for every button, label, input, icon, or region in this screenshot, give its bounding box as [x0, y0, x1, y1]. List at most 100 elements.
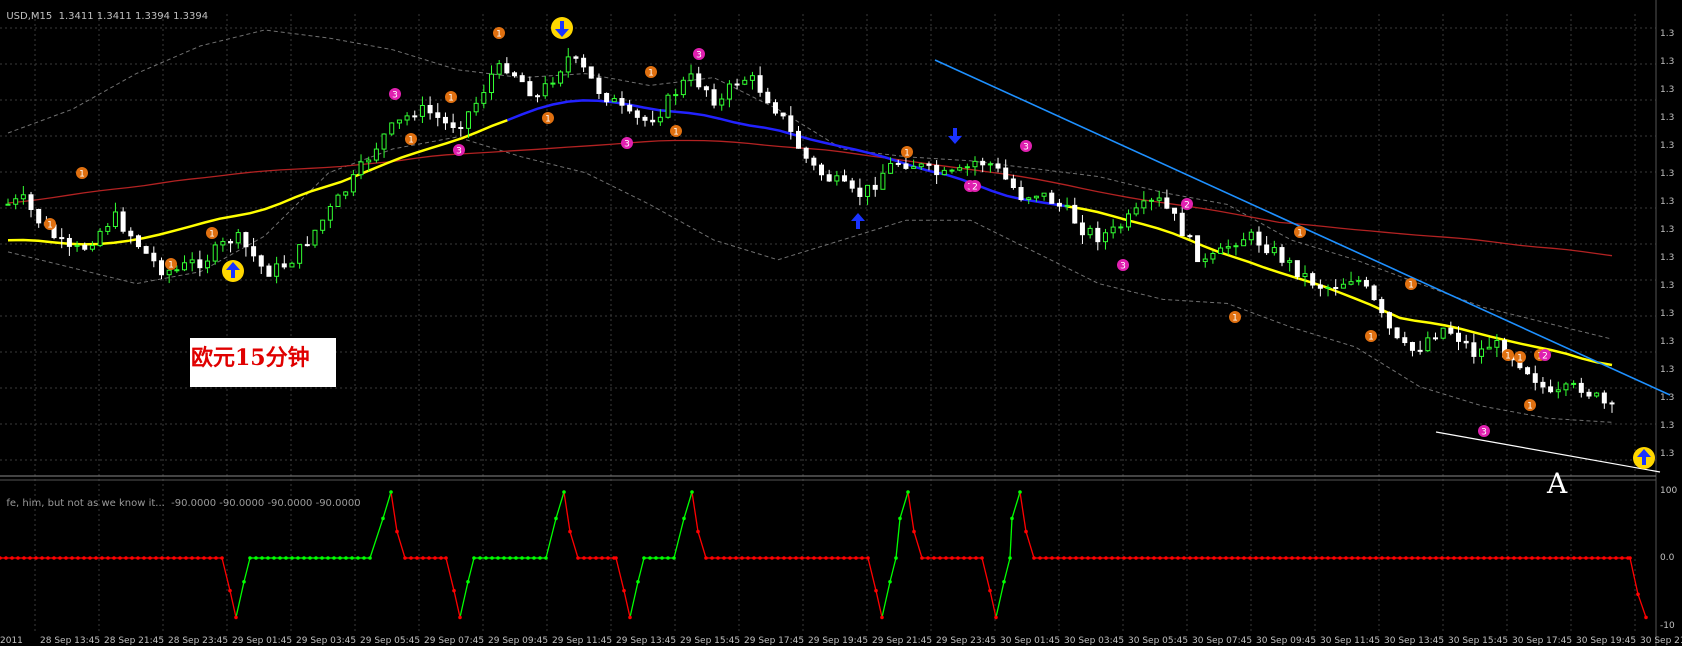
candle-body	[458, 126, 464, 129]
candle-body	[627, 104, 633, 112]
oscillator-point	[690, 490, 694, 494]
candle-body	[934, 164, 940, 176]
candle-body	[1333, 286, 1339, 289]
oscillator-point	[284, 556, 288, 560]
candle-body	[1202, 258, 1208, 263]
candle-body	[396, 119, 402, 124]
oscillator-point	[58, 556, 62, 560]
candle-body	[1018, 187, 1024, 201]
oscillator-point	[682, 516, 686, 521]
oscillator-point	[88, 556, 92, 560]
oscillator-point	[866, 556, 870, 560]
candle-body	[266, 265, 272, 277]
oscillator-segment	[683, 491, 693, 519]
candle-body	[980, 160, 986, 166]
wave-marker: 1	[165, 258, 177, 271]
time-tick-label: 29 Sep 09:45	[488, 636, 548, 646]
oscillator-point	[614, 556, 618, 560]
candle-body	[1409, 342, 1415, 351]
oscillator-segment	[981, 557, 991, 591]
time-tick-label: 29 Sep 23:45	[936, 636, 996, 646]
oscillator-point	[196, 556, 200, 560]
oscillator-point	[968, 556, 972, 560]
oscillator-point	[672, 556, 676, 560]
oscillator-point	[344, 556, 348, 560]
oscillator-point	[1092, 556, 1096, 560]
candle-body	[128, 230, 134, 237]
wave-marker-label: 1	[673, 128, 679, 138]
oscillator-point	[568, 529, 572, 534]
oscillator-segment	[229, 590, 237, 618]
candle-body	[1294, 260, 1300, 277]
price-tick-label: 1.3	[1660, 113, 1674, 123]
candle-body	[834, 175, 840, 182]
oscillator-point	[10, 556, 14, 560]
price-tick-label: 1.3	[1660, 57, 1674, 67]
oscillator-point	[1152, 556, 1156, 560]
price-tick-label: 1.3	[1660, 393, 1674, 403]
oscillator-point	[496, 556, 500, 560]
candle-body	[243, 232, 249, 248]
oscillator-point	[1350, 556, 1354, 560]
oscillator-point	[746, 556, 750, 560]
buy-arrow-icon	[222, 260, 244, 282]
candle-body	[596, 77, 602, 94]
candle-body	[611, 98, 617, 103]
time-tick-label: 30 Sep 11:45	[1320, 636, 1380, 646]
candle-body	[558, 71, 564, 84]
candle-body	[680, 79, 686, 96]
oscillator-point	[1314, 556, 1318, 560]
oscillator-point	[1636, 592, 1640, 597]
oscillator-point	[214, 556, 218, 560]
oscillator-point	[906, 490, 910, 494]
candle-body	[673, 94, 679, 97]
oscillator-point	[606, 556, 610, 560]
candle-body	[1432, 337, 1438, 340]
forex-chart-canvas: 111131131113131323321111113121 1.31.31.3…	[0, 0, 1682, 646]
oscillator-segment	[907, 491, 915, 532]
candle-body	[389, 122, 395, 135]
oscillator-point	[184, 556, 188, 560]
oscillator-segment	[369, 518, 384, 559]
oscillator-point	[1062, 556, 1066, 560]
oscillator-point	[427, 556, 431, 560]
oscillator-point	[1452, 556, 1456, 560]
sell-arrow-icon	[948, 128, 962, 144]
oscillator-point	[4, 556, 8, 560]
oscillator-segment	[867, 557, 877, 591]
oscillator-point	[368, 556, 372, 560]
price-tick-label: 1.3	[1660, 85, 1674, 95]
oscillator-point	[415, 556, 419, 560]
oscillator-point	[242, 579, 246, 584]
oscillator-point	[782, 556, 786, 560]
wave-marker-label: 3	[696, 51, 702, 61]
time-tick-label: 30 Sep 17:45	[1512, 636, 1572, 646]
oscillator-point	[1458, 556, 1462, 560]
candle-body	[535, 95, 541, 98]
oscillator-point	[514, 556, 518, 560]
candle-body	[281, 263, 287, 268]
candle-body	[1356, 279, 1362, 283]
candle-body	[13, 198, 19, 205]
oscillator-point	[994, 615, 998, 620]
oscillator-point	[562, 490, 566, 494]
oscillator-point	[1488, 556, 1492, 560]
oscillator-segment	[569, 531, 579, 559]
oscillator-point	[1560, 556, 1564, 560]
oscillator-point	[1074, 556, 1078, 560]
oscillator-point	[622, 588, 626, 593]
oscillator-point	[1500, 556, 1504, 560]
oscillator-point	[1476, 556, 1480, 560]
oscillator-point	[1308, 556, 1312, 560]
oscillator-point	[409, 556, 413, 560]
signal-arrows	[222, 17, 1655, 469]
oscillator-point	[395, 529, 399, 534]
candle-body	[1287, 260, 1293, 263]
oscillator-point	[1482, 556, 1486, 560]
candle-body	[657, 116, 663, 123]
time-tick-label: 30 Sep 19:45	[1576, 636, 1636, 646]
time-tick-label: 2011	[0, 636, 23, 646]
oscillator-point	[824, 556, 828, 560]
oscillator-point	[830, 556, 834, 560]
oscillator-point	[812, 556, 816, 560]
